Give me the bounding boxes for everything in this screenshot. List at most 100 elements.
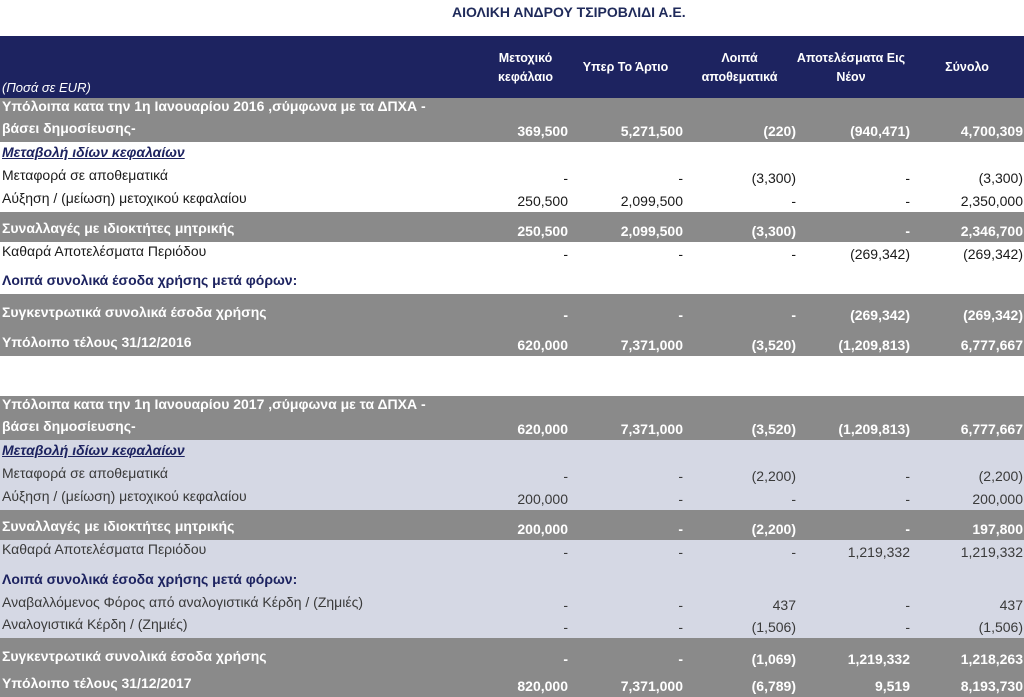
cell-share-capital: -	[563, 246, 568, 262]
company-title: ΑΙΟΛΙΚΗ ΑΝΔΡΟΥ ΤΣΙΡΟΒΛΙΔΙ Α.Ε.	[452, 4, 686, 20]
cell-share-premium: -	[678, 651, 683, 667]
table-row: Αναλογιστικά Κέρδη / (Ζημιές) - - (1,506…	[0, 616, 1024, 638]
row-label: Υπόλοιπα κατα την 1η Ιανουαρίου 2017 ,σύ…	[2, 396, 426, 434]
table-row: Συναλλαγές με ιδιοκτήτες μητρικής 250,50…	[0, 212, 1024, 242]
cell-total: (269,342)	[963, 307, 1023, 323]
table-row: Συγκεντρωτικά συνολικά έσοδα χρήσης - - …	[0, 294, 1024, 326]
row-label: Μεταφορά σε αποθεματικά	[2, 465, 169, 481]
cell-total: 437	[999, 597, 1023, 613]
cell-total: 6,777,667	[960, 337, 1023, 353]
col-share-premium: Υπερ Το Άρτιο	[582, 60, 669, 74]
cell-other-reserves: -	[791, 193, 796, 209]
cell-total: 2,350,000	[960, 193, 1023, 209]
row-label: Μεταφορά σε αποθεματικά	[2, 167, 169, 183]
table-row: Αύξηση / (μείωση) μετοχικού κεφαλαίου 25…	[0, 189, 1024, 212]
row-label: Αύξηση / (μείωση) μετοχικού κεφαλαίου	[2, 190, 247, 206]
section-heading: Λοιπά συνολικά έσοδα χρήσης μετά φόρων:	[2, 272, 298, 288]
cell-retained-earnings: (269,342)	[850, 307, 910, 323]
cell-total: 200,000	[972, 491, 1023, 507]
cell-share-capital: 620,000	[517, 421, 568, 437]
cell-share-premium: -	[678, 521, 683, 537]
cell-retained-earnings: -	[905, 468, 910, 484]
cell-share-capital: 620,000	[517, 337, 568, 353]
table-row: Υπόλοιπα κατα την 1η Ιανουαρίου 2016 ,σύ…	[0, 98, 1024, 142]
cell-share-premium: 7,371,000	[620, 337, 683, 353]
row-label: Συγκεντρωτικά συνολικά έσοδα χρήσης	[2, 304, 267, 320]
cell-other-reserves: -	[791, 246, 796, 262]
table-row: Λοιπά συνολικά έσοδα χρήσης μετά φόρων:	[0, 563, 1024, 593]
cell-total: 4,700,309	[960, 123, 1023, 139]
row-label: Αύξηση / (μείωση) μετοχικού κεφαλαίου	[2, 488, 247, 504]
table-row: Υπόλοιπο τέλους 31/12/2017 820,000 7,371…	[0, 670, 1024, 697]
col-share-capital: Μετοχικό κεφάλαιο	[497, 51, 554, 84]
cell-total: (2,200)	[978, 468, 1023, 484]
row-label: Υπόλοιπο τέλους 31/12/2016	[2, 334, 192, 350]
cell-other-reserves: -	[791, 307, 796, 323]
cell-other-reserves: (3,520)	[751, 421, 796, 437]
cell-share-capital: 200,000	[517, 491, 568, 507]
currency-caption: (Ποσά σε EUR)	[2, 80, 91, 95]
cell-retained-earnings: -	[905, 223, 910, 239]
cell-share-premium: -	[678, 491, 683, 507]
cell-other-reserves: 437	[772, 597, 796, 613]
section-heading: Μεταβολή ιδίων κεφαλαίων	[2, 144, 185, 160]
table-row: Καθαρά Αποτελέσματα Περιόδου - - - 1,219…	[0, 540, 1024, 563]
cell-retained-earnings: (269,342)	[850, 246, 910, 262]
table-row: Συναλλαγές με ιδιοκτήτες μητρικής 200,00…	[0, 510, 1024, 540]
cell-total: 1,218,263	[960, 651, 1023, 667]
cell-retained-earnings: (1,209,813)	[838, 421, 910, 437]
row-label: Υπόλοιπα κατα την 1η Ιανουαρίου 2016 ,σύ…	[2, 98, 426, 136]
cell-other-reserves: -	[791, 491, 796, 507]
cell-retained-earnings: -	[905, 597, 910, 613]
row-label: Συναλλαγές με ιδιοκτήτες μητρικής	[2, 220, 235, 236]
cell-share-premium: 7,371,000	[620, 678, 683, 694]
cell-other-reserves: (220)	[763, 123, 796, 139]
table-row: Μεταφορά σε αποθεματικά - - (3,300) - (3…	[0, 166, 1024, 189]
cell-share-premium: -	[678, 597, 683, 613]
cell-share-premium: 7,371,000	[620, 421, 683, 437]
cell-total: (1,506)	[978, 619, 1023, 635]
cell-share-premium: -	[678, 170, 683, 186]
cell-retained-earnings: 1,219,332	[847, 651, 910, 667]
col-total: Σύνολο	[945, 60, 989, 74]
cell-share-capital: 250,500	[517, 193, 568, 209]
cell-other-reserves: (1,506)	[751, 619, 796, 635]
cell-retained-earnings: -	[905, 491, 910, 507]
cell-other-reserves: (3,300)	[751, 170, 796, 186]
cell-share-capital: -	[563, 619, 568, 635]
cell-share-capital: 250,500	[517, 223, 568, 239]
cell-share-capital: 820,000	[517, 678, 568, 694]
table-row: Μεταφορά σε αποθεματικά - - (2,200) - (2…	[0, 464, 1024, 487]
row-label: Αναλογιστικά Κέρδη / (Ζημιές)	[2, 616, 188, 632]
cell-share-premium: 5,271,500	[620, 123, 683, 139]
table-header: (Ποσά σε EUR) Μετοχικό κεφάλαιο Υπερ Το …	[0, 36, 1024, 98]
table-row: Μεταβολή ιδίων κεφαλαίων	[0, 142, 1024, 166]
cell-retained-earnings: (1,209,813)	[838, 337, 910, 353]
cell-other-reserves: (2,200)	[751, 468, 796, 484]
cell-share-capital: -	[563, 544, 568, 560]
row-label: Υπόλοιπο τέλους 31/12/2017	[2, 675, 192, 691]
cell-retained-earnings: -	[905, 193, 910, 209]
cell-share-capital: 369,500	[517, 123, 568, 139]
col-retained-earnings: Αποτελέσματα Εις Νέον	[796, 51, 906, 84]
cell-retained-earnings: 1,219,332	[847, 544, 910, 560]
cell-retained-earnings: (940,471)	[850, 123, 910, 139]
cell-retained-earnings: -	[905, 170, 910, 186]
table-row: Καθαρά Αποτελέσματα Περιόδου - - - (269,…	[0, 242, 1024, 265]
cell-other-reserves: (3,520)	[751, 337, 796, 353]
cell-share-premium: -	[678, 619, 683, 635]
cell-share-capital: -	[563, 307, 568, 323]
col-other-reserves: Λοιπά αποθεματικά	[701, 51, 778, 84]
cell-share-capital: 200,000	[517, 521, 568, 537]
cell-share-premium: -	[678, 468, 683, 484]
row-label: Καθαρά Αποτελέσματα Περιόδου	[2, 541, 207, 557]
cell-share-capital: -	[563, 170, 568, 186]
cell-other-reserves: (6,789)	[751, 678, 796, 694]
table-row: Μεταβολή ιδίων κεφαλαίων	[0, 440, 1024, 464]
cell-share-premium: -	[678, 246, 683, 262]
row-label: Συγκεντρωτικά συνολικά έσοδα χρήσης	[2, 648, 267, 664]
row-label: Καθαρά Αποτελέσματα Περιόδου	[2, 243, 207, 259]
cell-other-reserves: (1,069)	[751, 651, 796, 667]
cell-share-capital: -	[563, 597, 568, 613]
cell-share-capital: -	[563, 651, 568, 667]
